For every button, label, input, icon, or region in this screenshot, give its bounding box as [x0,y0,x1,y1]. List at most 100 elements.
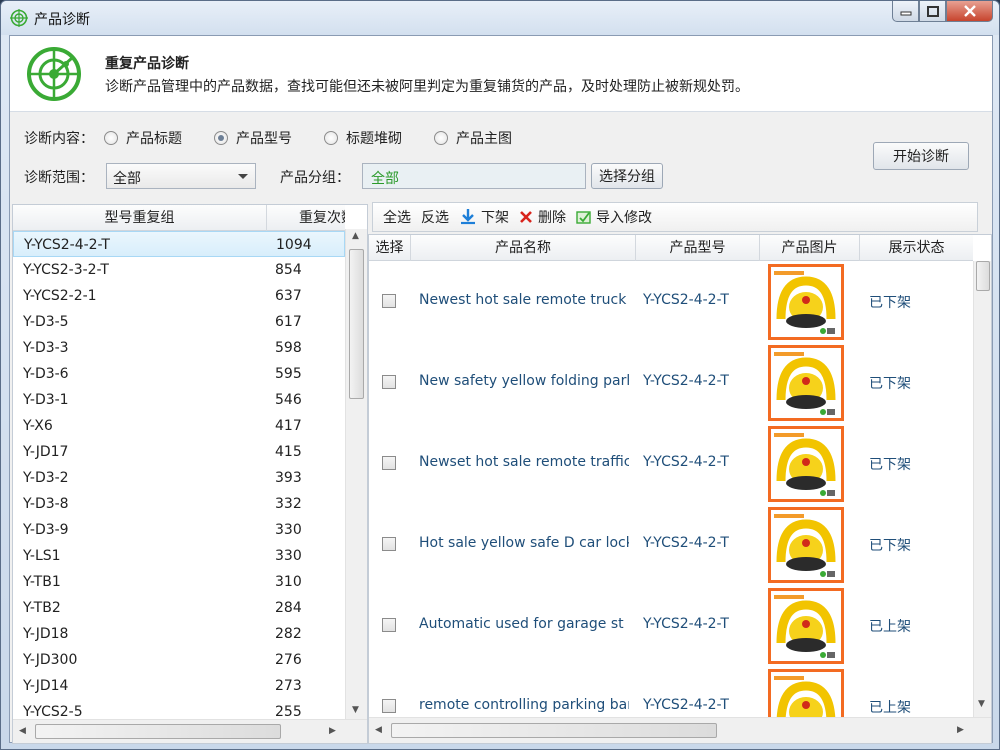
scroll-left-icon[interactable]: ◀ [375,725,382,735]
radio-main-image[interactable]: 产品主图 [434,128,512,148]
table-row[interactable]: Newest hot sale remote truck Y-YCS2-4-2-T… [369,262,973,343]
product-name[interactable]: Newest hot sale remote truck [419,292,629,308]
col-header-status[interactable]: 展示状态 [860,235,973,261]
list-item[interactable]: Y-YCS2-2-1 637 [13,283,345,309]
duplicate-count: 276 [275,652,302,668]
list-item[interactable]: Y-TB1 310 [13,569,345,595]
row-checkbox[interactable] [382,294,396,308]
scroll-up-icon[interactable]: ▲ [352,231,359,241]
col-header-count[interactable]: 重复次数 [269,205,345,231]
delete-button[interactable]: 删除 [519,207,566,227]
scope-row: 诊断范围： [24,167,94,187]
list-item[interactable]: Y-JD300 276 [13,647,345,673]
product-image[interactable] [768,588,844,664]
row-checkbox[interactable] [382,456,396,470]
scroll-down-icon[interactable]: ▼ [978,699,985,709]
radio-title-stuffing[interactable]: 标题堆砌 [324,128,402,148]
product-image[interactable] [768,345,844,421]
col-header-name[interactable]: 产品名称 [411,235,636,261]
duplicate-count: 417 [275,418,302,434]
list-item[interactable]: Y-LS1 330 [13,543,345,569]
delist-button[interactable]: 下架 [459,207,509,227]
product-image[interactable] [768,507,844,583]
radio-dot[interactable] [434,131,448,145]
scroll-thumb[interactable] [349,249,364,399]
horizontal-scrollbar[interactable]: ◀ ▶ [369,717,991,743]
scroll-left-icon[interactable]: ◀ [19,726,26,736]
row-checkbox[interactable] [382,537,396,551]
scroll-right-icon[interactable]: ▶ [957,725,964,735]
list-item[interactable]: Y-TB2 284 [13,595,345,621]
product-name[interactable]: New safety yellow folding parking [419,373,629,389]
model-group-name: Y-D3-1 [23,392,69,408]
row-checkbox[interactable] [382,699,396,713]
radio-product-title[interactable]: 产品标题 [104,128,182,148]
select-group-button[interactable]: 选择分组 [591,163,663,189]
model-group-name: Y-D3-3 [23,340,69,356]
scroll-thumb[interactable] [976,261,990,291]
select-all-button[interactable]: 全选 [383,207,411,227]
list-item[interactable]: Y-D3-1 546 [13,387,345,413]
group-field[interactable]: 全部 [362,163,586,189]
row-checkbox[interactable] [382,375,396,389]
list-item[interactable]: Y-JD17 415 [13,439,345,465]
scroll-right-icon[interactable]: ▶ [329,726,336,736]
list-item[interactable]: Y-D3-2 393 [13,465,345,491]
radio-dot[interactable] [104,131,118,145]
scroll-down-icon[interactable]: ▼ [352,705,359,715]
horizontal-scrollbar[interactable]: ◀ ▶ [13,719,367,743]
table-row[interactable]: Automatic used for garage st Y-YCS2-4-2-T… [369,586,973,667]
start-diagnosis-button[interactable]: 开始诊断 [873,142,969,170]
radio-label: 标题堆砌 [346,131,402,147]
group-label: 产品分组： [280,170,350,186]
radio-product-model[interactable]: 产品型号 [214,128,292,148]
scope-select[interactable]: 全部 [106,163,256,189]
group-value: 全部 [371,171,399,187]
row-checkbox[interactable] [382,618,396,632]
duplicate-count: 598 [275,340,302,356]
radio-dot[interactable] [324,131,338,145]
list-item[interactable]: Y-X6 417 [13,413,345,439]
list-item[interactable]: Y-D3-3 598 [13,335,345,361]
product-name[interactable]: remote controlling parking barrier [419,697,629,713]
window-title: 产品诊断 [34,12,90,28]
list-item[interactable]: Y-D3-8 332 [13,491,345,517]
list-item[interactable]: Y-D3-6 595 [13,361,345,387]
list-item[interactable]: Y-YCS2-3-2-T 854 [13,257,345,283]
titlebar[interactable]: 产品诊断 [1,1,999,35]
vertical-scrollbar[interactable]: ▲ ▼ [345,229,367,719]
table-row[interactable]: Hot sale yellow safe D car lock Y-YCS2-4-… [369,505,973,586]
chevron-down-icon [238,174,248,179]
model-group-name: Y-JD300 [23,652,78,668]
minimize-button[interactable] [892,1,919,22]
invert-selection-button[interactable]: 反选 [421,207,449,227]
delist-label: 下架 [481,210,509,226]
table-row[interactable]: Newset hot sale remote traffic Y-YCS2-4-2… [369,424,973,505]
header-description: 诊断产品管理中的产品数据，查找可能但还未被阿里判定为重复铺货的产品，及时处理防止… [105,79,749,95]
product-name[interactable]: Newset hot sale remote traffic [419,454,629,470]
scroll-thumb[interactable] [391,723,717,738]
product-name[interactable]: Automatic used for garage st [419,616,629,632]
maximize-button[interactable] [919,1,946,22]
vertical-scrollbar[interactable]: ▼ [973,261,991,717]
scroll-thumb[interactable] [35,724,281,739]
product-image[interactable] [768,426,844,502]
maximize-icon [926,5,939,17]
radio-dot-selected[interactable] [214,131,228,145]
model-group-name: Y-D3-5 [23,314,69,330]
close-button[interactable] [946,1,993,22]
col-header-select[interactable]: 选择 [369,235,411,261]
product-name[interactable]: Hot sale yellow safe D car lock [419,535,629,551]
col-header-image[interactable]: 产品图片 [760,235,860,261]
model-group-name: Y-YCS2-4-2-T [24,237,110,253]
list-item[interactable]: Y-YCS2-4-2-T 1094 [13,231,345,257]
list-item[interactable]: Y-D3-9 330 [13,517,345,543]
col-header-group[interactable]: 型号重复组 [13,205,267,231]
col-header-model[interactable]: 产品型号 [636,235,760,261]
import-edit-button[interactable]: 导入修改 [576,207,652,227]
list-item[interactable]: Y-D3-5 617 [13,309,345,335]
list-item[interactable]: Y-JD18 282 [13,621,345,647]
table-row[interactable]: New safety yellow folding parking Y-YCS2-… [369,343,973,424]
list-item[interactable]: Y-JD14 273 [13,673,345,699]
product-image[interactable] [768,264,844,340]
